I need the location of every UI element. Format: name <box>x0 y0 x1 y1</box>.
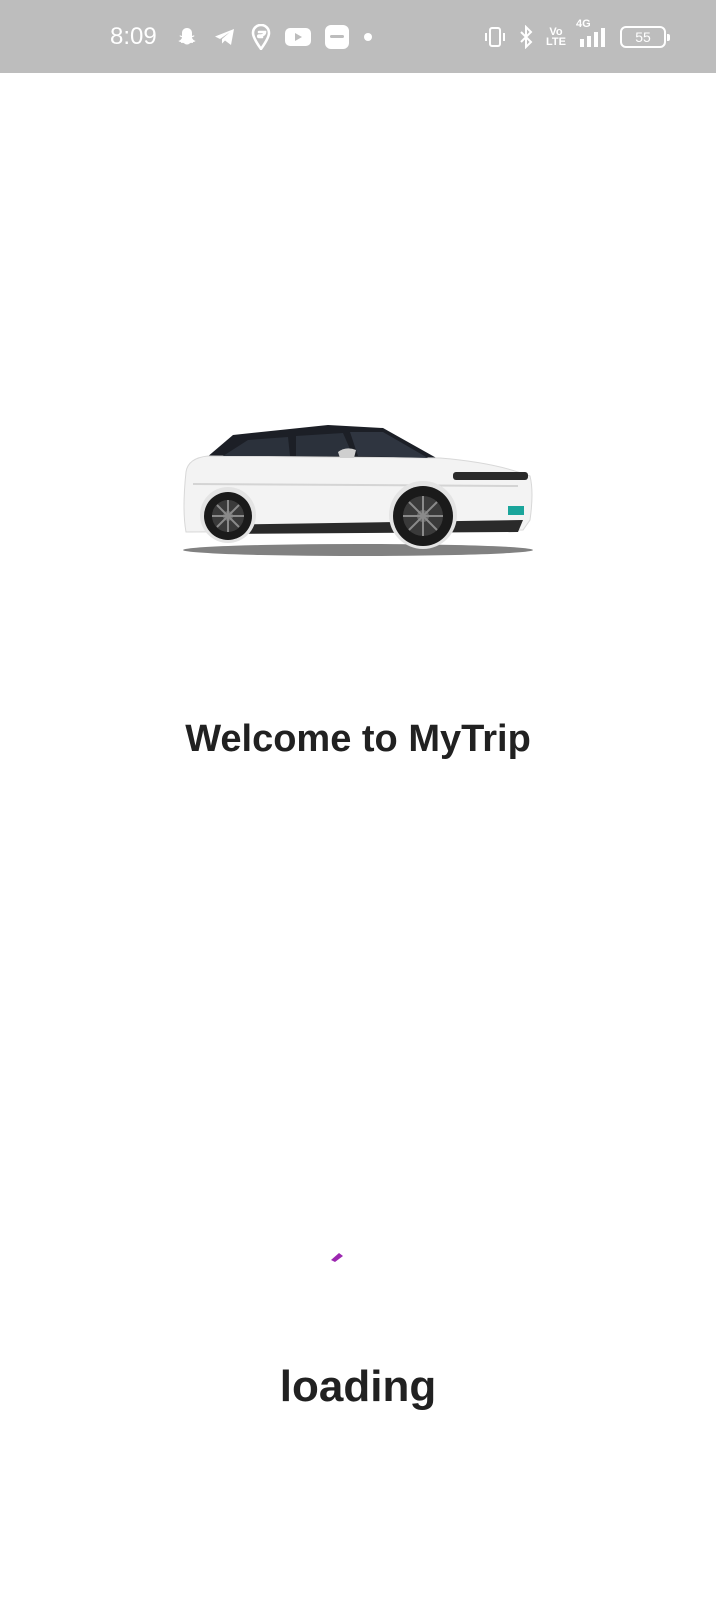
battery-level: 55 <box>635 28 651 45</box>
loading-spinner <box>329 1250 345 1262</box>
battery-icon: 55 <box>620 25 670 48</box>
snapchat-icon <box>175 25 199 49</box>
status-right: Vo LTE 4G 55 <box>484 0 670 73</box>
signal-icon: 4G <box>576 18 608 49</box>
car-image <box>178 420 543 570</box>
network-type-label: 4G <box>576 17 591 30</box>
swiggy-icon <box>251 23 271 50</box>
status-bar: 8:09 Vo LTE 4G 55 <box>0 0 716 73</box>
status-left: 8:09 <box>110 0 373 73</box>
status-time: 8:09 <box>110 22 157 50</box>
telegram-icon <box>213 25 237 49</box>
bluetooth-icon <box>518 24 534 49</box>
volte-label-bottom: LTE <box>546 35 566 48</box>
youtube-icon <box>284 27 311 47</box>
loading-text: loading <box>279 1362 437 1411</box>
jiocinema-icon <box>324 24 349 49</box>
welcome-title: Welcome to MyTrip <box>185 718 531 760</box>
volte-icon: Vo LTE <box>546 26 566 48</box>
dot-icon <box>363 32 373 42</box>
vibrate-icon <box>484 26 506 48</box>
